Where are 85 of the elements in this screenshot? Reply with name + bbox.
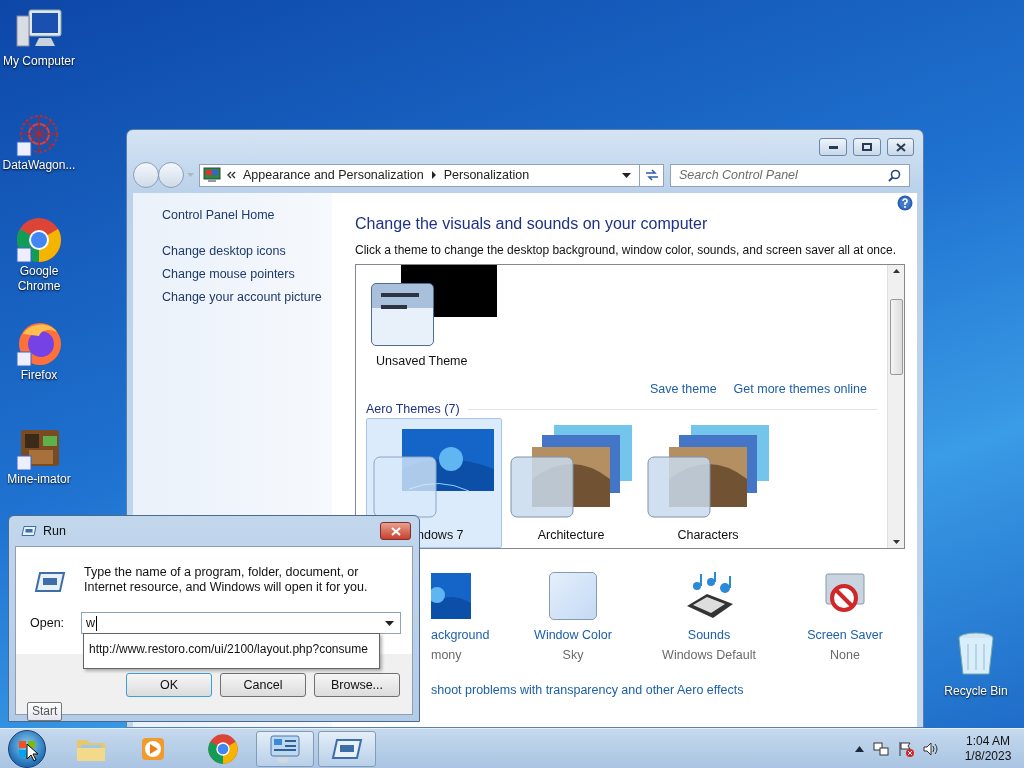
firefox-icon — [15, 320, 63, 368]
desktop-icon-label[interactable]: Firefox — [1, 368, 77, 383]
breadcrumb-arrow-icon — [430, 171, 437, 179]
window-title: Run — [43, 522, 66, 540]
scroll-thumb[interactable] — [889, 298, 903, 375]
sidebar-link[interactable]: Control Panel Home — [162, 207, 332, 224]
dialog-button[interactable]: Cancel — [220, 673, 306, 697]
desktop-icon-label[interactable]: DataWagon... — [1, 158, 77, 173]
theme-link[interactable]: Get more themes online — [733, 381, 867, 397]
run-icon — [21, 525, 37, 537]
close-button[interactable] — [380, 522, 411, 540]
back-button[interactable] — [133, 162, 159, 188]
color-swatch-icon — [549, 572, 597, 620]
chrome-icon — [15, 216, 63, 264]
setting-link[interactable]: ackground — [431, 627, 490, 643]
scroll-down-icon — [892, 540, 900, 544]
dialog-button[interactable]: Browse... — [314, 673, 400, 697]
desktop-icon-label[interactable]: Mine-imator — [1, 472, 77, 487]
clock-time[interactable]: 1:04 AM — [966, 733, 1010, 749]
start-button[interactable] — [8, 729, 46, 768]
theme-tile[interactable]: Characters — [640, 418, 776, 548]
page-description: Click a theme to change the desktop background, window color, sounds, and screen saver all at once. — [355, 242, 897, 258]
search-field[interactable]: Search Control Panel — [670, 163, 910, 187]
autocomplete-item[interactable]: http://www.restoro.com/ui/2100/layout.php?consume — [89, 642, 368, 656]
breadcrumb-item[interactable]: Appearance and Personalization — [243, 165, 424, 185]
dialog-message: Type the name of a program, folder, document, or Internet resource, and Windows will open it for you. — [84, 565, 369, 595]
setting-value: mony — [431, 647, 462, 663]
theme-name: Architecture — [537, 527, 605, 543]
theme-name: Characters — [677, 527, 739, 543]
open-field[interactable]: w — [81, 612, 401, 634]
maximize-button[interactable] — [853, 138, 881, 156]
field-value: w — [86, 615, 98, 631]
tooltip: Start — [27, 702, 63, 721]
desktop-icon-label[interactable]: My Computer — [1, 54, 77, 69]
breadcrumb-item[interactable]: Personalization — [443, 165, 530, 185]
caret-icon — [186, 172, 195, 178]
theme-tile[interactable]: Architecture — [503, 418, 639, 548]
close-icon — [895, 142, 906, 152]
scrollbar[interactable] — [887, 265, 904, 548]
troubleshoot-link[interactable]: shoot problems with transparency and other Aero effects — [431, 682, 913, 698]
close-icon — [390, 526, 401, 536]
setting-value: Sky — [562, 647, 584, 663]
setting-link[interactable]: Sounds — [687, 627, 731, 643]
restore-icon — [862, 143, 872, 151]
sidebar-link[interactable]: Change mouse pointers — [162, 266, 332, 283]
speaker-icon — [923, 740, 939, 757]
dropdown-arrow-icon — [622, 172, 631, 178]
search-input[interactable]: Search Control Panel — [679, 165, 888, 185]
address-bar[interactable]: Appearance and Personalization Personalization — [199, 163, 664, 187]
dropdown-arrow-icon — [385, 620, 394, 626]
minimize-icon — [828, 145, 838, 149]
network-icon — [873, 740, 889, 757]
sidebar-link[interactable]: Change your account picture — [162, 289, 332, 306]
setting-value: None — [830, 647, 860, 663]
theme-link[interactable]: Save theme — [649, 381, 717, 397]
field-label: Open: — [30, 614, 66, 632]
chrome-icon — [207, 732, 239, 765]
control-panel-icon — [269, 733, 301, 764]
theme-name[interactable]: Unsaved Theme — [376, 353, 887, 369]
control-panel-icon — [203, 167, 221, 183]
search-icon — [888, 168, 901, 182]
group-label: Aero Themes (7) — [366, 401, 460, 417]
close-button[interactable] — [887, 138, 914, 156]
cursor-icon — [26, 743, 38, 762]
dialog-button[interactable]: OK — [126, 673, 212, 697]
scroll-up-icon — [892, 269, 900, 273]
run-icon — [331, 737, 363, 760]
setting-value: Windows Default — [662, 647, 756, 663]
run-icon — [33, 571, 67, 593]
desktop-icon-label[interactable]: Google Chrome — [1, 264, 77, 294]
refresh-icon — [644, 169, 659, 181]
desktop-icon-label[interactable]: Recycle Bin — [944, 684, 1008, 699]
page-heading: Change the visuals and sounds on your computer — [355, 214, 709, 234]
flag-icon — [898, 740, 914, 757]
taskbar-button[interactable] — [256, 730, 314, 767]
sidebar-link[interactable]: Change desktop icons — [162, 243, 332, 260]
minimize-button[interactable] — [819, 138, 847, 156]
setting-link[interactable]: Screen Saver — [807, 627, 883, 643]
forward-button[interactable] — [158, 162, 184, 188]
setting-link[interactable]: Window Color — [534, 627, 612, 643]
show-hidden-icons-icon — [855, 745, 864, 752]
double-chevron-icon — [226, 171, 236, 179]
clock-date[interactable]: 1/8/2023 — [964, 748, 1012, 764]
taskbar-button[interactable] — [318, 730, 376, 767]
recycle-bin-icon — [956, 630, 996, 678]
